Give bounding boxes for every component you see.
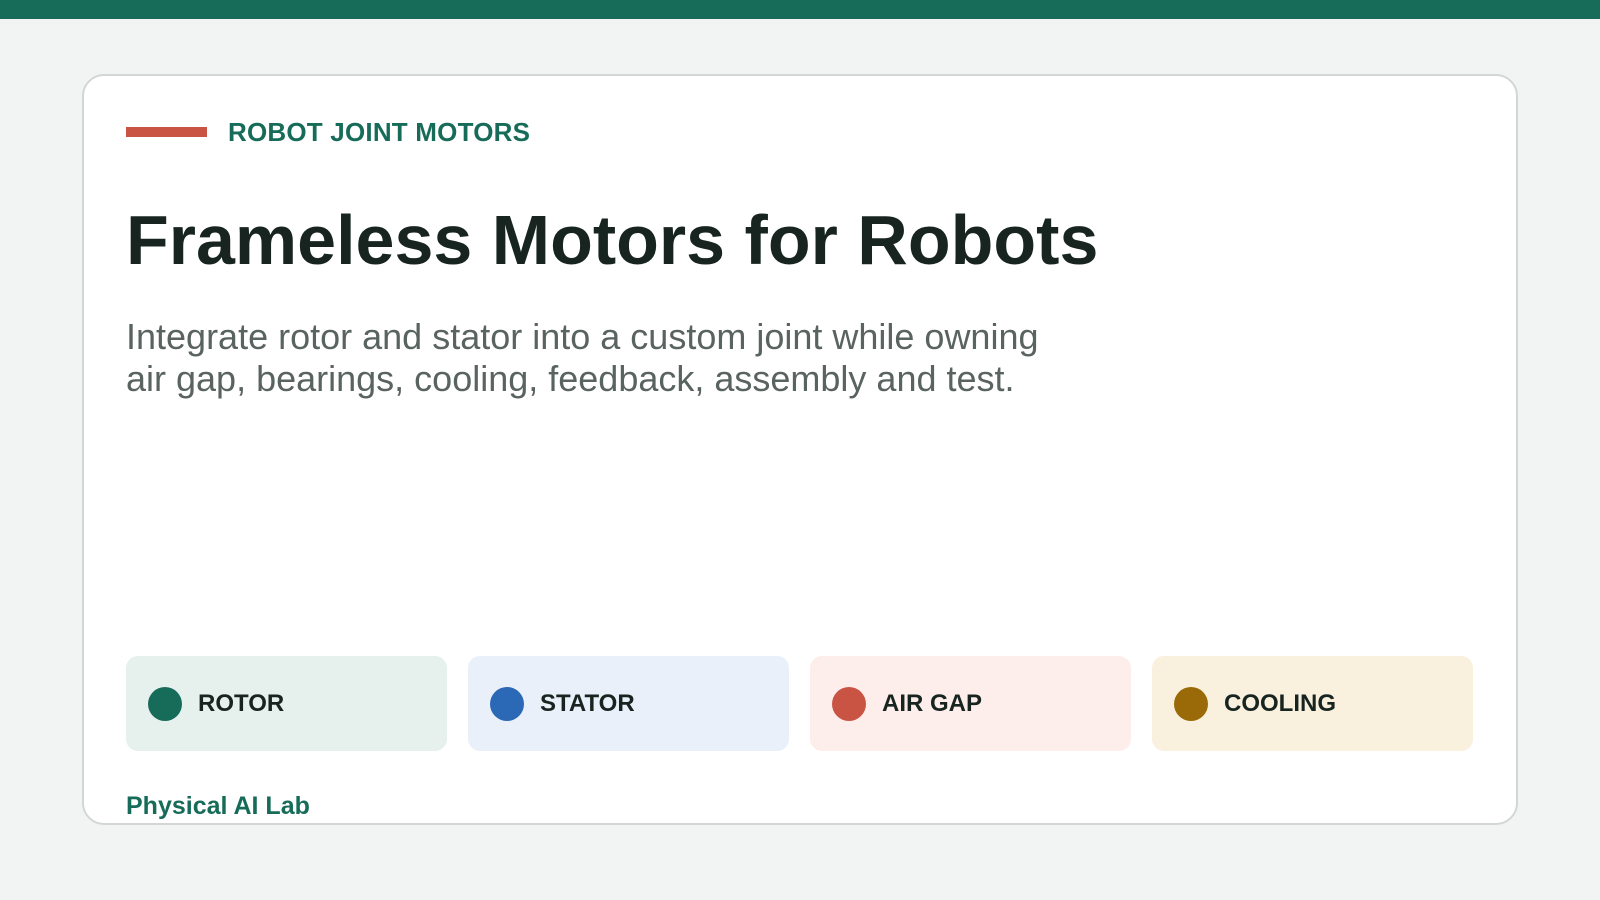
chip-rotor: ROTOR (126, 656, 447, 751)
chip-cooling: COOLING (1152, 656, 1473, 751)
footer-brand: Physical AI Lab (126, 792, 310, 820)
air-gap-dot-icon (832, 686, 866, 721)
page-subtitle: Integrate rotor and stator into a custom… (126, 316, 1039, 399)
chip-air-gap: AIR GAP (810, 656, 1131, 751)
chip-label: STATOR (540, 689, 635, 717)
eyebrow: ROBOT JOINT MOTORS (126, 116, 531, 147)
rotor-dot-icon (148, 686, 182, 721)
stator-dot-icon (490, 686, 524, 721)
eyebrow-label: ROBOT JOINT MOTORS (228, 116, 531, 147)
slide-card: ROBOT JOINT MOTORS Frameless Motors for … (82, 74, 1518, 825)
cooling-dot-icon (1174, 686, 1208, 721)
page-title: Frameless Motors for Robots (126, 201, 1099, 279)
chip-label: ROTOR (198, 689, 285, 717)
topic-chips: ROTOR STATOR AIR GAP COOLING (126, 656, 1473, 751)
chip-label: COOLING (1224, 689, 1336, 717)
top-accent-bar (0, 0, 1600, 19)
chip-label: AIR GAP (882, 689, 983, 717)
eyebrow-accent-rule (126, 127, 207, 137)
chip-stator: STATOR (468, 656, 789, 751)
